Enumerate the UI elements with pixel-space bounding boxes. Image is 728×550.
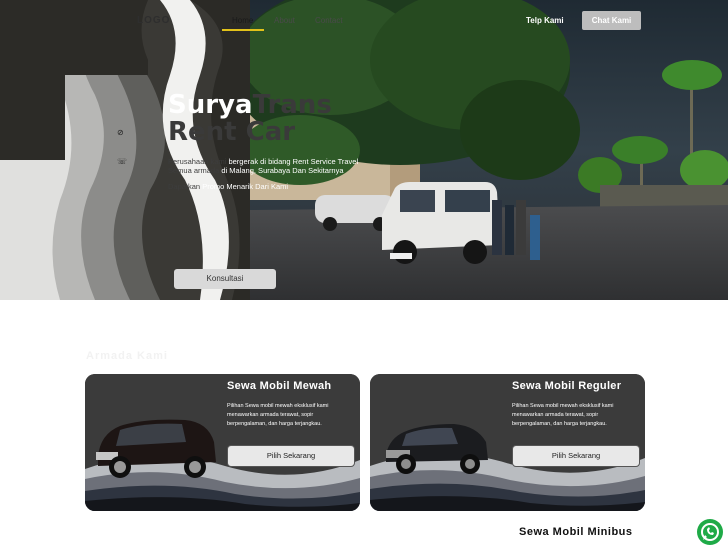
card-description: Pilihan Sewa mobil mewah eksklusif kami … bbox=[227, 403, 329, 427]
whatsapp-button[interactable] bbox=[697, 519, 723, 545]
konsultasi-button[interactable]: Konsultasi bbox=[174, 269, 276, 289]
card-title: Sewa Mobil Reguler bbox=[512, 380, 622, 392]
hero-promo: Dapatkan Promo Menarik Dari Kami bbox=[168, 182, 288, 191]
hero-wave-decoration bbox=[0, 0, 250, 300]
hero-description: Perusahaan kami bergerak di bidang Rent … bbox=[168, 157, 368, 175]
location-icon[interactable]: ⊘ bbox=[117, 128, 124, 137]
car-innova-image bbox=[386, 424, 488, 474]
hero-title: SuryaTrans Rent Car bbox=[168, 92, 332, 146]
hero-title-surya: Surya bbox=[168, 90, 253, 120]
chat-button[interactable]: Chat Kami bbox=[582, 11, 641, 30]
pilih-sekarang-button[interactable]: Pilih Sekarang bbox=[227, 445, 355, 467]
card-mobil-reguler[interactable]: Sewa Mobil Reguler Pilihan Sewa mobil me… bbox=[370, 374, 645, 511]
nav-about-link[interactable]: About bbox=[274, 16, 295, 25]
section-title: Armada Kami bbox=[86, 350, 168, 362]
pilih-sekarang-button[interactable]: Pilih Sekarang bbox=[512, 445, 640, 467]
hero-desc-dim-1: Perusahaan kami bbox=[168, 157, 227, 166]
phone-icon[interactable]: ☏ bbox=[117, 157, 127, 166]
hero-desc-2: di Malang, Surabaya Dan Sekitarnya bbox=[221, 166, 344, 175]
hero-title-rentcar: Rent Car bbox=[168, 117, 296, 147]
nav-active-underline bbox=[222, 29, 264, 31]
hero-promo-text: Promo Menarik Dari Kami bbox=[202, 182, 289, 191]
nav-contact-link[interactable]: Contact bbox=[315, 16, 343, 25]
minibus-title: Sewa Mobil Minibus bbox=[519, 526, 633, 538]
hero-promo-dim: Dapatkan bbox=[168, 182, 201, 191]
telp-link[interactable]: Telp Kami bbox=[526, 16, 564, 25]
hero-title-trans: Trans bbox=[252, 90, 332, 120]
nav-home-link[interactable]: Home bbox=[232, 16, 253, 25]
hero-section: LOGO Home About Contact Telp Kami Chat K… bbox=[0, 0, 728, 300]
card-description: Pilihan Sewa mobil mewah eksklusif kami … bbox=[512, 403, 614, 427]
logo[interactable]: LOGO bbox=[137, 15, 170, 26]
card-mobil-mewah[interactable]: Sewa Mobil Mewah Pilihan Sewa mobil mewa… bbox=[85, 374, 360, 511]
whatsapp-icon bbox=[701, 523, 719, 541]
car-alphard-image bbox=[96, 419, 216, 478]
card-title: Sewa Mobil Mewah bbox=[227, 380, 332, 392]
hero-desc-1: bergerak di bidang Rent Service Travel bbox=[228, 157, 359, 166]
hero-desc-dim-2: Semua armada bbox=[168, 166, 220, 175]
